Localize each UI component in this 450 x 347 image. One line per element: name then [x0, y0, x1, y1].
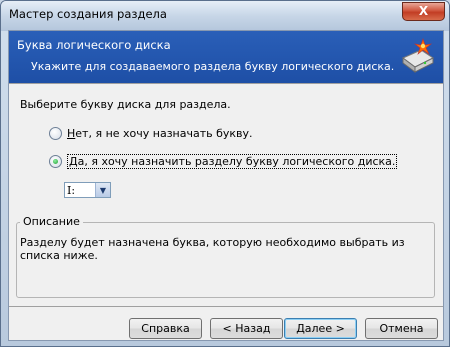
title-bar[interactable]: Мастер создания раздела X — [1, 1, 449, 31]
footer-separator — [9, 306, 443, 307]
disk-wizard-icon — [402, 38, 434, 73]
wizard-header: Буква логического диска Укажите для созд… — [9, 31, 443, 83]
drive-letter-select[interactable]: I: ▼ — [64, 182, 111, 198]
wizard-client-area: Буква логического диска Укажите для созд… — [8, 30, 444, 341]
header-subtitle: Укажите для создаваемого раздела букву л… — [31, 60, 395, 73]
chevron-down-icon[interactable]: ▼ — [95, 183, 110, 197]
header-separator — [9, 83, 443, 84]
description-text: Разделу будет назначена буква, которую н… — [20, 236, 405, 262]
cancel-button[interactable]: Отмена — [365, 318, 438, 339]
window-title: Мастер создания раздела — [9, 7, 167, 21]
next-button[interactable]: Далее > — [284, 318, 357, 339]
radio-assign-letter[interactable] — [49, 155, 62, 168]
wizard-window: Мастер создания раздела X Буква логическ… — [0, 0, 450, 347]
radio-no-letter[interactable] — [49, 127, 62, 140]
option-no-letter[interactable]: Нет, я не хочу назначать букву. — [49, 127, 253, 140]
option-no-letter-label[interactable]: Нет, я не хочу назначать букву. — [67, 127, 253, 140]
drive-letter-value: I: — [67, 183, 76, 197]
option-assign-letter[interactable]: Да, я хочу назначить разделу букву логич… — [49, 154, 398, 169]
option-assign-letter-label[interactable]: Да, я хочу назначить разделу букву логич… — [67, 154, 398, 169]
help-button[interactable]: Справка — [129, 318, 202, 339]
drive-prompt: Выберите букву диска для раздела. — [20, 98, 231, 111]
close-button[interactable]: X — [402, 2, 445, 21]
header-title: Буква логического диска — [17, 38, 171, 52]
back-button[interactable]: < Назад — [210, 318, 283, 339]
description-legend: Описание — [20, 215, 83, 228]
